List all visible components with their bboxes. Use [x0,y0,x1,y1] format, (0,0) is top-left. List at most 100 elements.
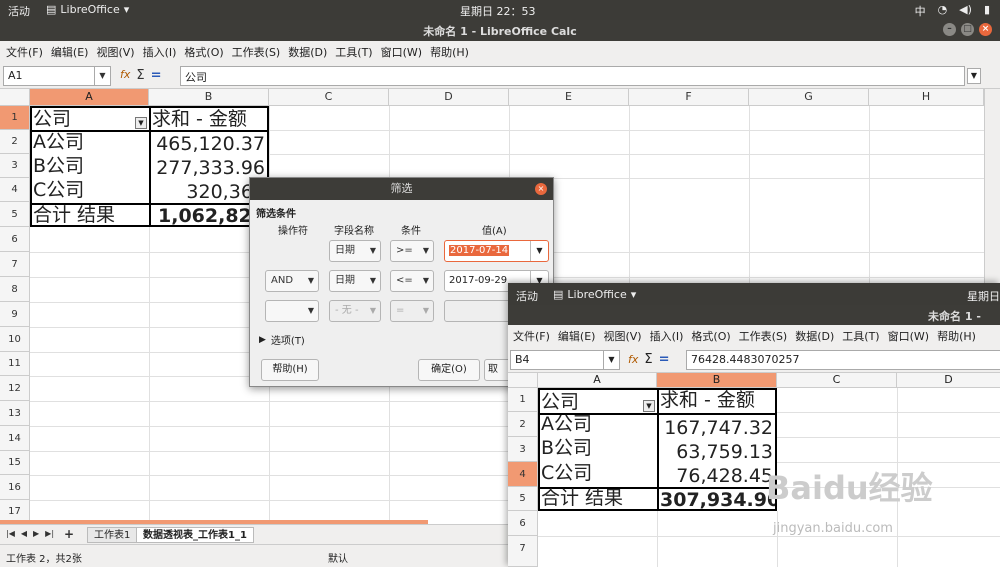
row-header-4[interactable]: 4 [0,178,30,202]
menu-format-2[interactable]: 格式(O) [691,328,730,344]
column-header-a-2[interactable]: A [538,373,657,388]
sum-icon[interactable]: Σ [136,68,144,83]
cell-a2[interactable]: A公司 [33,130,148,154]
sheet-tab-pivot[interactable]: 数据透视表_工作表1_1 [136,527,254,543]
condition-select-2[interactable]: <= ▼ [390,270,434,292]
condition-select-3[interactable]: = ▼ [390,300,434,322]
clock[interactable]: 星期日 22：53 [460,3,536,19]
activities-button[interactable]: 活动 [8,3,30,19]
menu-window[interactable]: 窗口(W) [381,44,422,60]
column-header-d-2[interactable]: D [897,373,1000,388]
next-sheet-icon[interactable]: ▶ [33,529,39,539]
row-header-3[interactable]: 3 [0,154,30,178]
equals-icon-2[interactable]: = [659,352,670,367]
menu-view[interactable]: 视图(V) [96,44,134,60]
row-header-4-2[interactable]: 4 [508,462,538,487]
row-header-15[interactable]: 15 [0,451,30,475]
cell-b3-2[interactable]: 63,759.13 [660,440,775,464]
row-header-10[interactable]: 10 [0,327,30,352]
menu-data[interactable]: 数据(D) [288,44,327,60]
menu-edit-2[interactable]: 编辑(E) [558,328,596,344]
cell-a2-2[interactable]: A公司 [541,412,656,436]
row-header-6[interactable]: 6 [0,227,30,252]
menu-format[interactable]: 格式(O) [184,44,223,60]
cell-a5[interactable]: 合计 结果 [33,203,148,227]
options-expander[interactable]: ▶ 选项(T) [259,332,305,348]
maximize-button[interactable]: □ [961,23,974,36]
cell-a3[interactable]: B公司 [33,154,148,178]
column-header-e[interactable]: E [509,89,629,106]
menu-tools[interactable]: 工具(T) [335,44,372,60]
filter-dropdown-icon[interactable]: ▼ [135,117,147,129]
row-header-1-2[interactable]: 1 [508,388,538,412]
cell-a5-2[interactable]: 合计 结果 [541,486,656,510]
row-header-13[interactable]: 13 [0,401,30,426]
cell-a4-2[interactable]: C公司 [541,461,656,485]
function-wizard-icon-2[interactable]: fx [628,353,638,366]
field-select-2[interactable]: 日期 ▼ [329,270,381,292]
chevron-down-icon[interactable]: ▼ [603,351,619,369]
cell-a3-2[interactable]: B公司 [541,436,656,460]
condition-select-1[interactable]: >= ▼ [390,240,434,262]
row-header-9[interactable]: 9 [0,302,30,327]
corner-select-all[interactable] [0,89,30,106]
cell-b2[interactable]: 465,120.37 [152,132,267,156]
menu-insert-2[interactable]: 插入(I) [650,328,684,344]
field-select-1[interactable]: 日期 ▼ [329,240,381,262]
help-button[interactable]: 帮助(H) [261,359,319,381]
add-sheet-icon[interactable]: + [64,528,74,540]
menu-help[interactable]: 帮助(H) [430,44,469,60]
function-wizard-icon[interactable]: fx [120,68,130,83]
row-header-5[interactable]: 5 [0,202,30,227]
value-input-1[interactable]: 2017-07-14 ▼ [444,240,549,262]
row-header-11[interactable]: 11 [0,352,30,376]
column-header-d[interactable]: D [389,89,509,106]
cell-a1-2[interactable]: 公司 [541,390,641,414]
row-header-2[interactable]: 2 [0,130,30,154]
menu-help-2[interactable]: 帮助(H) [937,328,976,344]
operator-select-3[interactable]: ▼ [265,300,319,322]
menu-sheet-2[interactable]: 工作表(S) [739,328,788,344]
row-header-6-2[interactable]: 6 [508,511,538,536]
page-style[interactable]: 默认 [328,550,348,565]
menu-view-2[interactable]: 视图(V) [603,328,641,344]
volume-icon[interactable]: ◀) [959,3,972,19]
system-tray[interactable]: 中 ◔ ◀) ▮ [915,3,990,19]
row-header-5-2[interactable]: 5 [508,487,538,511]
row-header-16[interactable]: 16 [0,475,30,500]
cell-b4-2[interactable]: 76,428.45 [660,464,775,488]
column-header-h[interactable]: H [869,89,984,106]
row-header-14[interactable]: 14 [0,426,30,451]
row-header-7-2[interactable]: 7 [508,536,538,567]
corner-select-all-2[interactable] [508,373,538,388]
field-select-3[interactable]: - 无 - ▼ [329,300,381,322]
column-header-b-2[interactable]: B [657,373,777,388]
cell-a4[interactable]: C公司 [33,178,148,202]
menu-file[interactable]: 文件(F) [6,44,43,60]
menu-tools-2[interactable]: 工具(T) [842,328,879,344]
column-header-a[interactable]: A [30,89,149,106]
first-sheet-icon[interactable]: |◀ [6,529,15,539]
cell-b1[interactable]: 求和 - 金额 [152,107,268,131]
sum-icon-2[interactable]: Σ [644,352,652,367]
filter-dropdown-icon[interactable]: ▼ [643,400,655,412]
operator-select-2[interactable]: AND ▼ [265,270,319,292]
row-header-8[interactable]: 8 [0,277,30,302]
chevron-down-icon[interactable]: ▼ [94,67,110,85]
battery-icon[interactable]: ▮ [984,3,990,19]
formula-input-2[interactable]: 76428.4483070257 [686,350,1000,370]
column-header-g[interactable]: G [749,89,869,106]
wifi-icon[interactable]: ◔ [938,3,948,19]
row-header-3-2[interactable]: 3 [508,437,538,462]
menu-data-2[interactable]: 数据(D) [795,328,834,344]
dialog-close-button[interactable]: × [535,183,547,195]
activities-button-2[interactable]: 活动 [516,288,538,304]
expand-formula-icon[interactable]: ▼ [967,68,981,84]
column-header-c[interactable]: C [269,89,389,106]
menu-window-2[interactable]: 窗口(W) [888,328,929,344]
menu-insert[interactable]: 插入(I) [143,44,177,60]
cell-b2-2[interactable]: 167,747.32 [660,416,775,440]
column-header-c-2[interactable]: C [777,373,897,388]
app-menu[interactable]: ▤ LibreOffice ▾ [46,3,129,16]
minimize-button[interactable]: – [943,23,956,36]
